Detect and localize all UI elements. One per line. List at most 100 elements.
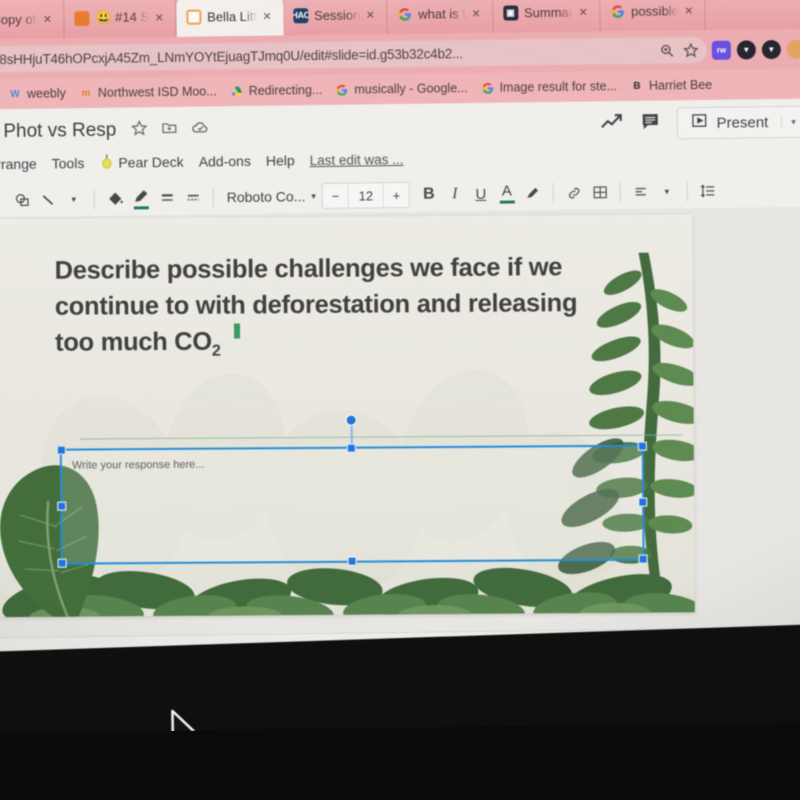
resize-handle-top-center[interactable] [346, 443, 356, 453]
underline-button[interactable]: U [468, 180, 494, 208]
menu-item-pear-deck-label: Pear Deck [118, 153, 184, 171]
resize-handle-middle-left[interactable] [57, 501, 67, 511]
star-icon[interactable] [130, 119, 147, 141]
google-icon [610, 4, 625, 19]
tab-close-icon[interactable]: × [43, 11, 55, 27]
browser-tab[interactable]: ▣ Summar × [492, 0, 601, 33]
bookmark-item[interactable]: Image result for ste... [480, 79, 617, 95]
present-dropdown-icon[interactable]: ▾ [781, 116, 800, 128]
insert-link-icon[interactable] [561, 179, 587, 207]
present-main[interactable]: Present [677, 111, 781, 134]
response-placeholder[interactable]: Write your response here... [72, 459, 205, 472]
menu-item-help[interactable]: Help [266, 152, 295, 168]
bold-button[interactable]: B [416, 180, 442, 208]
menu-item-tools[interactable]: Tools [52, 155, 85, 171]
tab-title: Session [313, 6, 361, 23]
highlight-color-icon[interactable] [520, 179, 546, 207]
present-button[interactable]: Present ▾ [676, 105, 800, 140]
bookmark-label: Redirecting... [248, 82, 323, 98]
resize-handle-top-left[interactable] [56, 445, 66, 455]
last-edit-status[interactable]: Last edit was ... [310, 151, 404, 167]
tab-title: Summar [523, 4, 574, 20]
header-right-controls: Present ▾ [599, 105, 800, 140]
menu-item-pear-deck[interactable]: Pear Deck [99, 152, 184, 173]
align-dropdown-icon[interactable]: ▾ [654, 177, 680, 205]
page-title[interactable]: wer - Phot vs Resp [0, 120, 117, 144]
resize-handle-bottom-center[interactable] [347, 556, 357, 566]
tab-close-icon[interactable]: × [472, 5, 484, 21]
resize-handle-bottom-left[interactable] [57, 558, 67, 568]
bookmark-item[interactable]: musically - Google... [335, 81, 468, 97]
bookmark-item[interactable]: m Northwest ISD Moo... [79, 84, 216, 100]
align-icon[interactable] [628, 178, 654, 206]
shield-extension-icon[interactable]: ▼ [736, 39, 756, 60]
browser-tab[interactable]: HAC Session × [282, 0, 388, 36]
google-icon [397, 6, 412, 21]
tab-close-icon[interactable]: × [579, 3, 591, 19]
heading-line-3-text: too much CO [55, 328, 212, 358]
rotation-handle[interactable] [345, 414, 357, 426]
border-color-icon[interactable] [128, 184, 154, 212]
shield-extension-icon[interactable]: ▼ [761, 39, 781, 59]
bookmark-item[interactable]: Redirecting... [230, 82, 323, 98]
slides-icon [186, 9, 202, 25]
bookmark-item[interactable]: B Harriet Bee [630, 78, 712, 93]
browser-tab[interactable]: what is t × [387, 0, 494, 35]
toolbar-divider [686, 181, 688, 202]
contact-icon [74, 10, 90, 26]
font-family-selector[interactable]: Roboto Co... ▾ [221, 188, 322, 205]
photo-of-screen: ≡ Copy of × 😃 #14 S × Bella Litt × HAC S… [0, 0, 800, 800]
font-size-stepper[interactable]: − 12 + [321, 181, 411, 209]
profile-avatar[interactable] [786, 39, 800, 59]
trending-up-icon[interactable] [599, 112, 623, 137]
line-spacing-icon[interactable] [695, 177, 721, 205]
green-text-cursor [234, 323, 241, 339]
tab-close-icon[interactable]: × [263, 8, 275, 24]
tab-close-icon[interactable]: × [155, 9, 167, 25]
font-size-increase[interactable]: + [384, 183, 409, 207]
toolbar-divider [93, 188, 95, 209]
border-dash-icon[interactable] [180, 184, 206, 212]
italic-button[interactable]: I [442, 180, 468, 208]
zoom-search-icon[interactable] [659, 42, 675, 58]
slide-heading[interactable]: Describe possible challenges we face if … [54, 249, 645, 365]
font-size-decrease[interactable]: − [323, 184, 348, 208]
present-play-icon [690, 112, 707, 134]
address-bar[interactable]: /d/1Fgg8sHHjuT46hOPcxjA45Zm_LNmYOYtEjuag… [0, 36, 708, 73]
comment-icon[interactable] [639, 111, 660, 136]
line-icon[interactable] [35, 185, 61, 213]
tab-title: Copy of [0, 11, 37, 27]
border-weight-icon[interactable] [154, 184, 180, 212]
insert-image-toolbar-icon[interactable] [587, 178, 613, 206]
browser-tab[interactable]: 😃 #14 S × [64, 0, 177, 39]
line-dropdown-icon[interactable]: ▾ [61, 185, 87, 213]
mouse-cursor [171, 709, 209, 734]
cloud-status-icon[interactable] [190, 117, 209, 141]
browser-tab-active[interactable]: Bella Litt × [175, 0, 284, 37]
font-size-value[interactable]: 12 [347, 183, 385, 208]
slide-surface[interactable]: Describe possible challenges we face if … [0, 214, 696, 618]
fill-color-icon[interactable] [102, 185, 128, 213]
hac-icon: HAC [292, 7, 309, 23]
browser-tab[interactable]: ≡ Copy of × [0, 0, 65, 40]
resize-handle-bottom-right[interactable] [638, 554, 648, 564]
google-icon [480, 81, 494, 95]
response-text-box[interactable]: Write your response here... [56, 414, 682, 568]
bookmark-star-icon[interactable] [683, 42, 699, 58]
extension-toolbar: rw ▼ ▼ [711, 39, 800, 60]
move-to-folder-icon[interactable] [160, 119, 177, 141]
tab-close-icon[interactable]: × [366, 6, 378, 22]
resize-handle-middle-right[interactable] [638, 497, 648, 507]
resize-handle-top-right[interactable] [637, 441, 647, 451]
browser-tab[interactable]: possible × [599, 0, 707, 32]
read-write-extension-icon[interactable]: rw [711, 40, 731, 60]
co2-subscript: 2 [211, 343, 221, 361]
text-color-button[interactable]: A [494, 179, 520, 207]
shape-icon[interactable] [9, 186, 35, 214]
bookmark-item[interactable]: W weebly [8, 86, 66, 101]
tab-close-icon[interactable]: × [685, 2, 697, 18]
menu-item-arrange[interactable]: Arrange [0, 156, 37, 173]
border-color-swatch [133, 205, 149, 209]
menu-item-add-ons[interactable]: Add-ons [199, 153, 251, 170]
image-dropdown-icon[interactable]: ▾ [0, 186, 9, 214]
